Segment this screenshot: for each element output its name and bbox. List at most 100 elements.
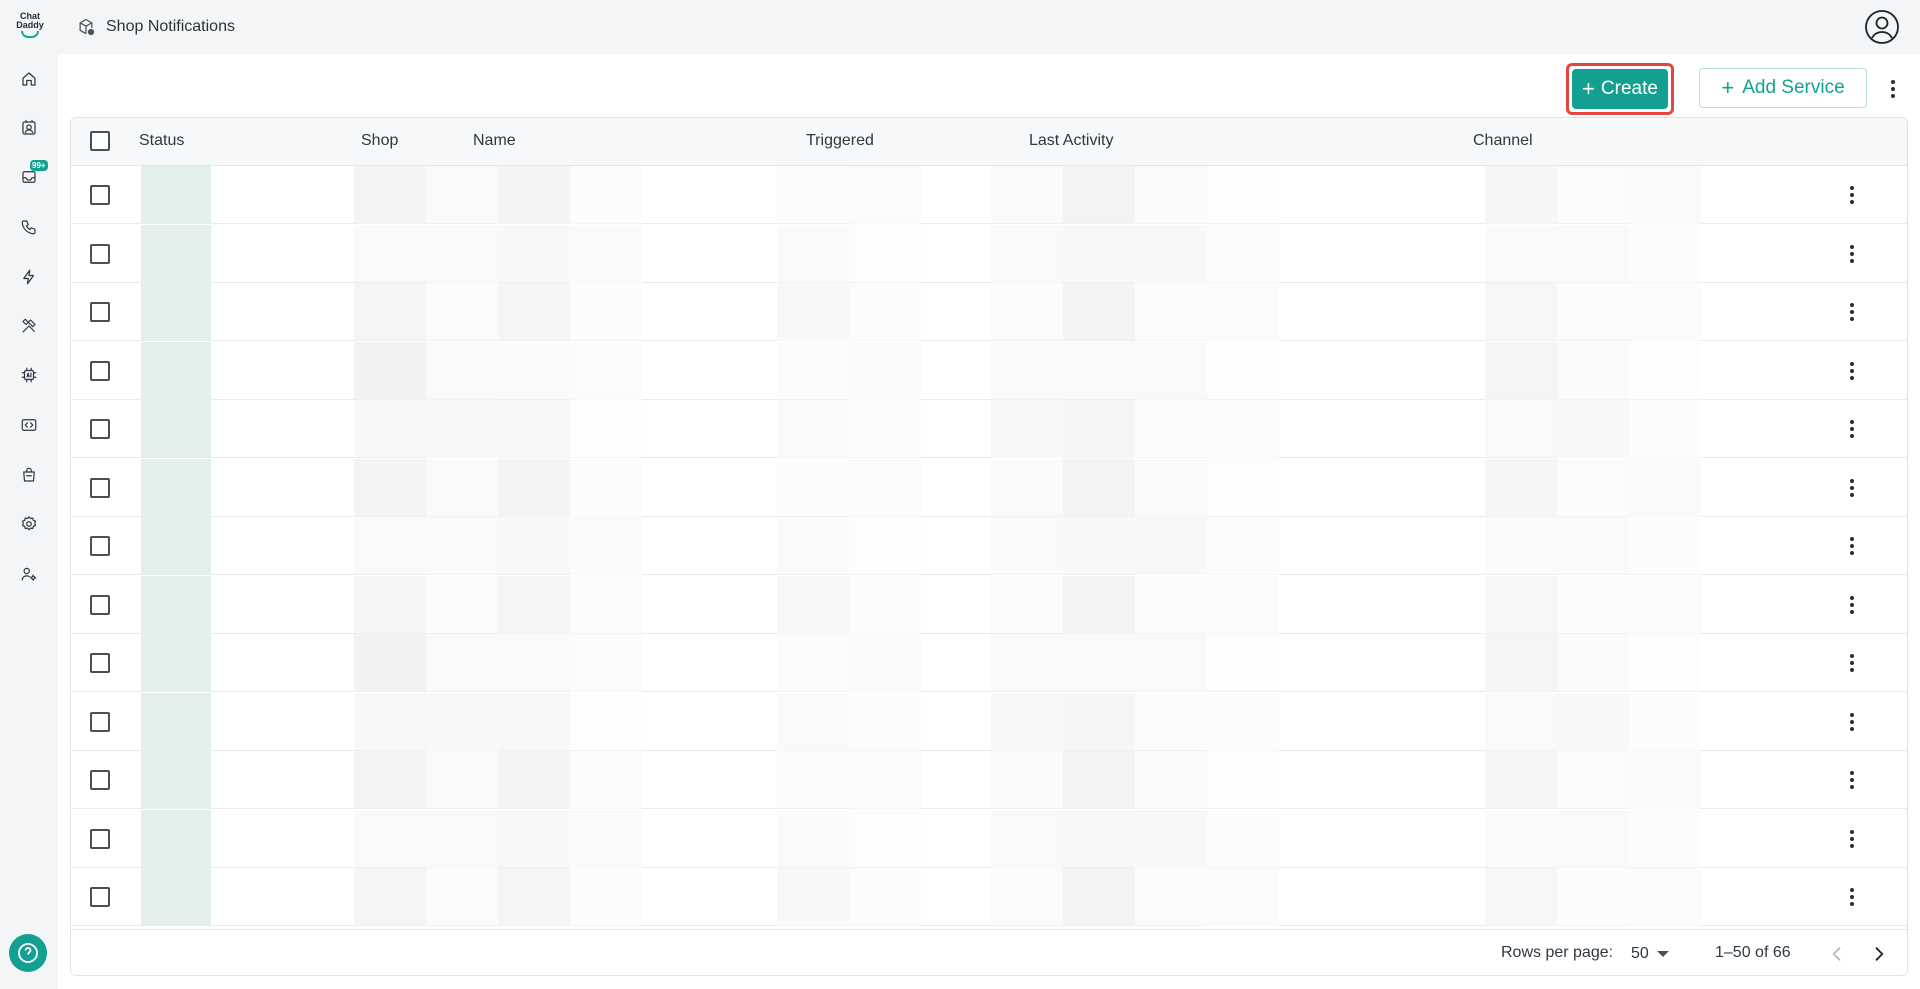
row-checkbox[interactable] (90, 536, 110, 556)
more-options-button[interactable] (1880, 74, 1906, 104)
sidebar-item-automations[interactable] (17, 265, 41, 289)
row-more-options-button[interactable] (1839, 590, 1865, 620)
table-row[interactable] (71, 575, 1907, 634)
table-row[interactable] (71, 458, 1907, 517)
table-row[interactable] (71, 341, 1907, 400)
redacted-cell (1485, 341, 1557, 400)
row-more-options-button[interactable] (1839, 356, 1865, 386)
row-checkbox[interactable] (90, 770, 110, 790)
more-vertical-icon (1850, 888, 1854, 906)
row-checkbox[interactable] (90, 828, 110, 849)
rows-per-page-select[interactable]: 50 (1631, 942, 1669, 966)
row-more-options-button[interactable] (1839, 882, 1865, 912)
row-checkbox[interactable] (90, 477, 110, 498)
main-content: + Create + Add Service Status Shop Name … (58, 54, 1920, 989)
row-more-options-button[interactable] (1839, 824, 1865, 854)
row-checkbox[interactable] (90, 243, 110, 264)
redacted-cell (1485, 458, 1557, 517)
redacted-cell (1629, 224, 1701, 283)
sidebar-item-calls[interactable] (17, 215, 41, 239)
row-checkbox[interactable] (90, 185, 110, 205)
redacted-cell (1629, 458, 1701, 517)
logo-text-daddy: Daddy (16, 20, 44, 30)
profile-button[interactable] (1864, 9, 1900, 45)
redacted-cell (777, 868, 849, 926)
table-row[interactable] (71, 224, 1907, 283)
redacted-cell (1063, 283, 1135, 341)
sidebar-item-inbox[interactable]: 99+ (17, 160, 48, 189)
redacted-cell (498, 224, 570, 283)
table-row[interactable] (71, 517, 1907, 575)
sidebar-item-shop[interactable] (17, 463, 41, 487)
column-header-last-activity[interactable]: Last Activity (1029, 132, 1113, 150)
sidebar-item-developer[interactable] (17, 413, 41, 437)
redacted-cell (354, 224, 426, 283)
row-checkbox[interactable] (90, 360, 110, 381)
redacted-cell (1485, 224, 1557, 283)
more-vertical-icon (1850, 654, 1854, 672)
table-row[interactable] (71, 868, 1907, 926)
redacted-cell (1557, 634, 1629, 692)
chatdaddy-logo[interactable]: Chat Daddy (12, 12, 48, 42)
redacted-cell (1629, 575, 1701, 634)
sidebar-item-tools[interactable] (17, 314, 41, 338)
row-more-options-button[interactable] (1839, 297, 1865, 327)
more-vertical-icon (1850, 595, 1854, 614)
sidebar-item-contacts[interactable] (17, 116, 41, 140)
row-more-options-button[interactable] (1839, 531, 1865, 561)
row-more-options-button[interactable] (1839, 180, 1865, 210)
redacted-cell (141, 283, 211, 341)
redacted-cell (1485, 575, 1557, 634)
redacted-cell (570, 868, 642, 926)
row-more-options-button[interactable] (1839, 239, 1865, 269)
redacted-cell (777, 224, 849, 283)
table-header: Status Shop Name Triggered Last Activity… (71, 118, 1907, 166)
column-header-triggered[interactable]: Triggered (806, 132, 874, 150)
redacted-cell (141, 400, 211, 458)
column-header-channel[interactable]: Channel (1473, 132, 1533, 150)
table-row[interactable] (71, 634, 1907, 692)
row-more-options-button[interactable] (1839, 648, 1865, 678)
row-more-options-button[interactable] (1839, 473, 1865, 503)
redacted-cell (498, 283, 570, 341)
table-row[interactable] (71, 166, 1907, 224)
more-vertical-icon (1850, 537, 1854, 555)
row-more-options-button[interactable] (1839, 414, 1865, 444)
row-more-options-button[interactable] (1839, 707, 1865, 737)
rows-per-page-label: Rows per page: (1501, 944, 1614, 961)
redacted-cell (1557, 458, 1629, 517)
redacted-cell (991, 634, 1063, 692)
table-row[interactable] (71, 283, 1907, 341)
table-row[interactable] (71, 751, 1907, 809)
next-page-button[interactable] (1865, 940, 1893, 968)
add-service-button[interactable]: + Add Service (1699, 68, 1867, 108)
column-header-name[interactable]: Name (473, 132, 516, 150)
row-more-options-button[interactable] (1839, 765, 1865, 795)
sidebar-item-settings[interactable] (17, 512, 41, 536)
row-checkbox[interactable] (90, 594, 110, 615)
select-all-checkbox[interactable] (90, 131, 110, 151)
row-checkbox[interactable] (90, 302, 110, 322)
column-header-shop[interactable]: Shop (361, 132, 398, 150)
row-checkbox[interactable] (90, 887, 110, 907)
previous-page-button[interactable] (1823, 940, 1851, 968)
redacted-cell (570, 809, 642, 868)
table-row[interactable] (71, 809, 1907, 868)
table-row[interactable] (71, 692, 1907, 751)
redacted-cell (1629, 283, 1701, 341)
sidebar-item-team[interactable] (17, 562, 41, 586)
create-button[interactable]: + Create (1572, 69, 1668, 109)
more-vertical-icon (1850, 712, 1854, 731)
table-row[interactable] (71, 400, 1907, 458)
redacted-cell (1135, 809, 1207, 868)
sidebar-item-ai[interactable] (17, 363, 41, 387)
row-checkbox[interactable] (90, 419, 110, 439)
redacted-cell (141, 751, 211, 809)
row-checkbox[interactable] (90, 711, 110, 732)
help-button[interactable] (9, 934, 47, 972)
redacted-cell (991, 692, 1063, 751)
row-checkbox[interactable] (90, 653, 110, 673)
redacted-cell (777, 458, 849, 517)
sidebar-item-home[interactable] (17, 67, 41, 91)
column-header-status[interactable]: Status (139, 132, 184, 150)
